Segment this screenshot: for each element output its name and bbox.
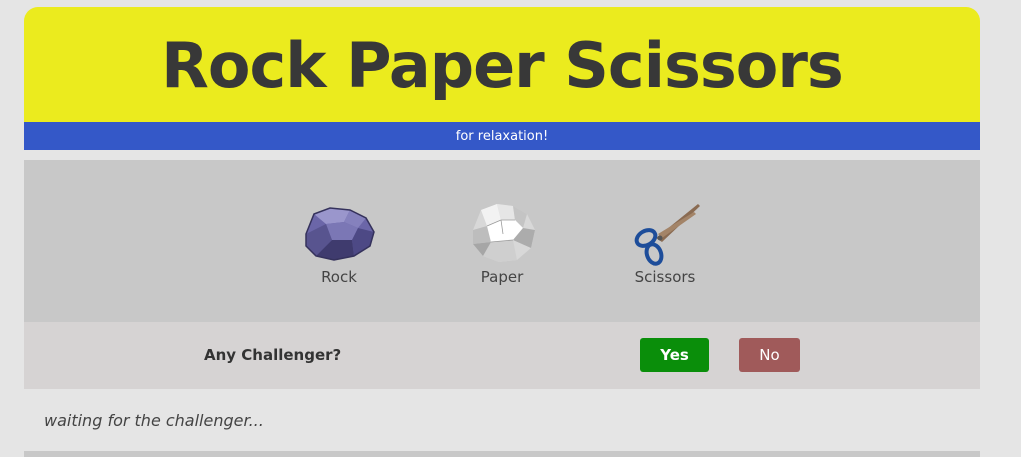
status-row: waiting for the challenger... bbox=[24, 389, 980, 452]
yes-button[interactable]: Yes bbox=[640, 338, 709, 372]
choice-rock[interactable]: Rock bbox=[258, 160, 421, 286]
choice-paper[interactable]: Paper bbox=[421, 160, 584, 286]
challenge-row: Any Challenger? Yes No bbox=[24, 322, 980, 389]
bottom-panel-edge bbox=[24, 451, 980, 457]
spacer bbox=[24, 150, 980, 160]
rock-icon bbox=[305, 207, 375, 261]
choice-label-rock: Rock bbox=[321, 268, 357, 286]
scissors-icon bbox=[634, 204, 700, 266]
subtitle-bar: for relaxation! bbox=[24, 122, 980, 150]
header: Rock Paper Scissors bbox=[24, 7, 980, 122]
status-message: waiting for the challenger... bbox=[44, 411, 264, 430]
page-title: Rock Paper Scissors bbox=[161, 29, 844, 102]
subtitle: for relaxation! bbox=[455, 128, 549, 144]
page: Rock Paper Scissors for relaxation! Rock bbox=[0, 0, 1021, 457]
crumpled-paper-icon bbox=[473, 204, 535, 262]
game-container: Rock Paper Scissors for relaxation! Rock bbox=[24, 7, 980, 452]
no-button[interactable]: No bbox=[739, 338, 800, 372]
challenge-prompt: Any Challenger? bbox=[204, 346, 342, 364]
choice-label-paper: Paper bbox=[480, 268, 524, 286]
choice-label-scissors: Scissors bbox=[634, 268, 696, 286]
choices-panel: Rock Paper Scissors bbox=[24, 160, 980, 322]
choice-scissors[interactable]: Scissors bbox=[584, 160, 747, 286]
